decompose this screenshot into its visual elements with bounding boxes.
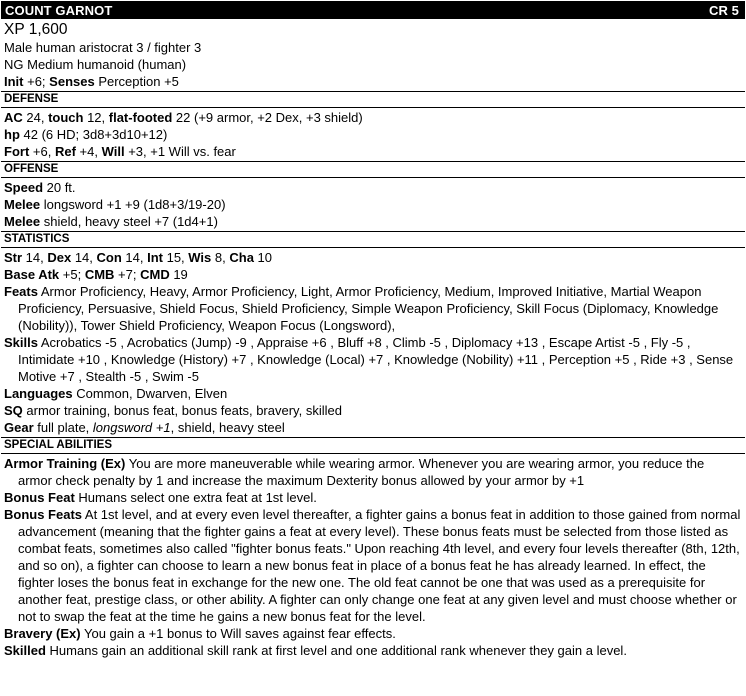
- skills-label: Skills: [4, 335, 38, 350]
- sq-value: armor training, bonus feat, bonus feats,…: [22, 403, 342, 418]
- hp-value: 42 (6 HD; 3d8+3d10+12): [19, 127, 168, 142]
- int-label: Int: [147, 250, 163, 265]
- armor-training-entry: Armor Training (Ex) You are more maneuve…: [1, 455, 745, 489]
- ref-label: Ref: [54, 144, 76, 159]
- special-abilities-header: SPECIAL ABILITIES: [1, 437, 745, 454]
- type-line: NG Medium humanoid (human): [4, 57, 187, 72]
- languages-label: Languages: [4, 386, 73, 401]
- class-line: Male human aristocrat 3 / fighter 3: [4, 40, 202, 55]
- sq-label: SQ: [4, 403, 23, 418]
- gear-line: Gear full plate, longsword +1, shield, h…: [1, 419, 745, 436]
- skilled-entry: Skilled Humans gain an additional skill …: [1, 642, 745, 659]
- init-value: +6;: [23, 74, 50, 89]
- offense-header: OFFENSE: [1, 161, 745, 178]
- cmb-value: +7;: [114, 267, 141, 282]
- gear-value-rest: , shield, heavy steel: [170, 420, 285, 435]
- gear-label: Gear: [4, 420, 34, 435]
- init-label: Init: [4, 74, 24, 89]
- bonus-feat-entry: Bonus Feat Humans select one extra feat …: [1, 489, 745, 506]
- cha-value: 10: [253, 250, 272, 265]
- cmd-label: CMD: [140, 267, 170, 282]
- defense-header: DEFENSE: [1, 91, 745, 108]
- bravery-text: You gain a +1 bonus to Will saves agains…: [80, 626, 396, 641]
- str-value: 14,: [22, 250, 48, 265]
- sq-line: SQ armor training, bonus feat, bonus fea…: [1, 402, 745, 419]
- init-senses-line: Init +6; Senses Perception +5: [1, 73, 745, 90]
- saves-line: Fort +6, Ref +4, Will +3, +1 Will vs. fe…: [1, 143, 745, 160]
- base-attack-label: Base Atk: [4, 267, 60, 282]
- ability-scores-line: Str 14, Dex 14, Con 14, Int 15, Wis 8, C…: [1, 249, 745, 266]
- title-bar: COUNT GARNOT CR 5: [1, 1, 745, 19]
- cha-label: Cha: [229, 250, 254, 265]
- hp-line: hp 42 (6 HD; 3d8+3d10+12): [1, 126, 745, 143]
- melee-value: shield, heavy steel +7 (1d4+1): [40, 214, 218, 229]
- skilled-text: Humans gain an additional skill rank at …: [45, 643, 627, 658]
- bonus-feat-text: Humans select one extra feat at 1st leve…: [74, 490, 317, 505]
- hp-label: hp: [4, 127, 20, 142]
- ac-label: AC: [4, 110, 23, 125]
- fort-value: +6,: [29, 144, 55, 159]
- attack-line: Base Atk +5; CMB +7; CMD 19: [1, 266, 745, 283]
- gear-value: full plate,: [33, 420, 93, 435]
- senses-label: Senses: [49, 74, 95, 89]
- ac-value: 24,: [22, 110, 49, 125]
- cmb-label: CMB: [84, 267, 115, 282]
- languages-value: Common, Dwarven, Elven: [72, 386, 228, 401]
- speed-line: Speed 20 ft.: [1, 179, 745, 196]
- flat-footed-value: 22 (+9 armor, +2 Dex, +3 shield): [172, 110, 363, 125]
- gear-italic-item: longsword +1: [92, 420, 171, 435]
- flat-footed-label: flat-footed: [108, 110, 173, 125]
- dex-value: 14,: [71, 250, 97, 265]
- statistics-header: STATISTICS: [1, 231, 745, 248]
- feats-value: Armor Proficiency, Heavy, Armor Proficie…: [18, 284, 719, 333]
- base-attack-value: +5;: [59, 267, 85, 282]
- bonus-feat-label: Bonus Feat: [4, 490, 75, 505]
- bonus-feats-text: At 1st level, and at every even level th…: [18, 507, 741, 624]
- con-value: 14,: [121, 250, 148, 265]
- languages-line: Languages Common, Dwarven, Elven: [1, 385, 745, 402]
- skilled-label: Skilled: [4, 643, 46, 658]
- speed-value: 20 ft.: [43, 180, 76, 195]
- ac-line: AC 24, touch 12, flat-footed 22 (+9 armo…: [1, 109, 745, 126]
- melee-line: Melee longsword +1 +9 (1d8+3/19-20): [1, 196, 745, 213]
- bonus-feats-label: Bonus Feats: [4, 507, 83, 522]
- bonus-feats-entry: Bonus Feats At 1st level, and at every e…: [1, 506, 745, 625]
- xp-value: XP 1,600: [4, 21, 68, 38]
- bravery-label: Bravery (Ex): [4, 626, 81, 641]
- melee-value: longsword +1 +9 (1d8+3/19-20): [40, 197, 226, 212]
- str-label: Str: [4, 250, 23, 265]
- melee-label: Melee: [4, 214, 41, 229]
- cmd-value: 19: [169, 267, 188, 282]
- bravery-entry: Bravery (Ex) You gain a +1 bonus to Will…: [1, 625, 745, 642]
- skills-entry: Skills Acrobatics -5 , Acrobatics (Jump)…: [1, 334, 745, 385]
- feats-entry: Feats Armor Proficiency, Heavy, Armor Pr…: [1, 283, 745, 334]
- senses-value: Perception +5: [94, 74, 179, 89]
- feats-label: Feats: [4, 284, 38, 299]
- skills-value: Acrobatics -5 , Acrobatics (Jump) -9 , A…: [18, 335, 734, 384]
- challenge-rating: CR 5: [708, 2, 739, 18]
- fort-label: Fort: [4, 144, 30, 159]
- will-label: Will: [101, 144, 125, 159]
- stat-block: COUNT GARNOT CR 5 XP 1,600 Male human ar…: [0, 0, 745, 659]
- dex-label: Dex: [47, 250, 72, 265]
- speed-label: Speed: [4, 180, 44, 195]
- int-value: 15,: [162, 250, 189, 265]
- will-value: +3, +1 Will vs. fear: [124, 144, 236, 159]
- armor-training-label: Armor Training (Ex): [4, 456, 126, 471]
- melee-label: Melee: [4, 197, 41, 212]
- melee-line: Melee shield, heavy steel +7 (1d4+1): [1, 213, 745, 230]
- touch-value: 12,: [83, 110, 109, 125]
- con-label: Con: [96, 250, 122, 265]
- creature-name: COUNT GARNOT: [5, 2, 113, 18]
- touch-label: touch: [48, 110, 84, 125]
- wis-label: Wis: [188, 250, 212, 265]
- wis-value: 8,: [211, 250, 230, 265]
- ref-value: +4,: [75, 144, 102, 159]
